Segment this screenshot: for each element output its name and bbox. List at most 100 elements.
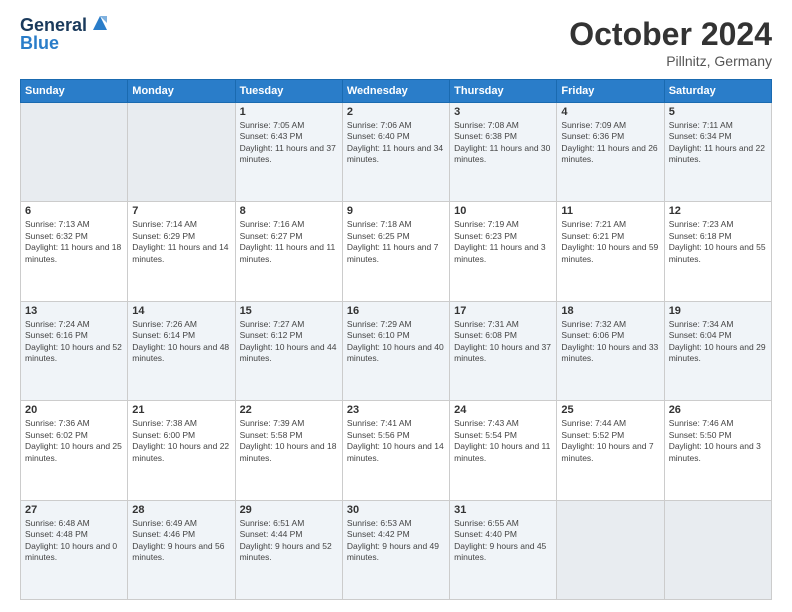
col-friday: Friday bbox=[557, 80, 664, 103]
logo-blue: Blue bbox=[20, 34, 111, 54]
day-info: Sunrise: 7:34 AMSunset: 6:04 PMDaylight:… bbox=[669, 319, 766, 363]
table-row: 23 Sunrise: 7:41 AMSunset: 5:56 PMDaylig… bbox=[342, 401, 449, 500]
day-info: Sunrise: 7:26 AMSunset: 6:14 PMDaylight:… bbox=[132, 319, 229, 363]
table-row: 25 Sunrise: 7:44 AMSunset: 5:52 PMDaylig… bbox=[557, 401, 664, 500]
calendar-week-row: 13 Sunrise: 7:24 AMSunset: 6:16 PMDaylig… bbox=[21, 301, 772, 400]
col-monday: Monday bbox=[128, 80, 235, 103]
day-info: Sunrise: 7:05 AMSunset: 6:43 PMDaylight:… bbox=[240, 120, 336, 164]
col-thursday: Thursday bbox=[450, 80, 557, 103]
day-number: 11 bbox=[561, 205, 659, 217]
day-number: 2 bbox=[347, 106, 445, 118]
table-row: 4 Sunrise: 7:09 AMSunset: 6:36 PMDayligh… bbox=[557, 103, 664, 202]
day-number: 14 bbox=[132, 305, 230, 317]
table-row bbox=[21, 103, 128, 202]
logo: General Blue bbox=[20, 16, 111, 54]
day-info: Sunrise: 7:32 AMSunset: 6:06 PMDaylight:… bbox=[561, 319, 658, 363]
table-row: 29 Sunrise: 6:51 AMSunset: 4:44 PMDaylig… bbox=[235, 500, 342, 599]
page: General Blue October 2024 Pillnitz, Germ… bbox=[0, 0, 792, 612]
col-sunday: Sunday bbox=[21, 80, 128, 103]
table-row bbox=[664, 500, 771, 599]
logo-icon bbox=[89, 12, 111, 34]
day-info: Sunrise: 6:55 AMSunset: 4:40 PMDaylight:… bbox=[454, 518, 546, 562]
day-number: 15 bbox=[240, 305, 338, 317]
table-row: 13 Sunrise: 7:24 AMSunset: 6:16 PMDaylig… bbox=[21, 301, 128, 400]
title-area: October 2024 Pillnitz, Germany bbox=[569, 16, 772, 69]
day-info: Sunrise: 6:51 AMSunset: 4:44 PMDaylight:… bbox=[240, 518, 332, 562]
day-number: 30 bbox=[347, 504, 445, 516]
table-row: 16 Sunrise: 7:29 AMSunset: 6:10 PMDaylig… bbox=[342, 301, 449, 400]
table-row: 21 Sunrise: 7:38 AMSunset: 6:00 PMDaylig… bbox=[128, 401, 235, 500]
day-info: Sunrise: 7:16 AMSunset: 6:27 PMDaylight:… bbox=[240, 219, 336, 263]
table-row: 17 Sunrise: 7:31 AMSunset: 6:08 PMDaylig… bbox=[450, 301, 557, 400]
day-number: 8 bbox=[240, 205, 338, 217]
table-row bbox=[557, 500, 664, 599]
day-number: 3 bbox=[454, 106, 552, 118]
day-info: Sunrise: 7:11 AMSunset: 6:34 PMDaylight:… bbox=[669, 120, 765, 164]
header: General Blue October 2024 Pillnitz, Germ… bbox=[20, 16, 772, 69]
day-number: 13 bbox=[25, 305, 123, 317]
table-row: 6 Sunrise: 7:13 AMSunset: 6:32 PMDayligh… bbox=[21, 202, 128, 301]
day-info: Sunrise: 7:38 AMSunset: 6:00 PMDaylight:… bbox=[132, 418, 229, 462]
day-number: 19 bbox=[669, 305, 767, 317]
day-number: 25 bbox=[561, 404, 659, 416]
day-info: Sunrise: 7:36 AMSunset: 6:02 PMDaylight:… bbox=[25, 418, 122, 462]
day-number: 22 bbox=[240, 404, 338, 416]
day-info: Sunrise: 6:53 AMSunset: 4:42 PMDaylight:… bbox=[347, 518, 439, 562]
day-info: Sunrise: 7:23 AMSunset: 6:18 PMDaylight:… bbox=[669, 219, 766, 263]
day-number: 21 bbox=[132, 404, 230, 416]
col-saturday: Saturday bbox=[664, 80, 771, 103]
table-row: 11 Sunrise: 7:21 AMSunset: 6:21 PMDaylig… bbox=[557, 202, 664, 301]
day-info: Sunrise: 6:48 AMSunset: 4:48 PMDaylight:… bbox=[25, 518, 117, 562]
day-info: Sunrise: 7:08 AMSunset: 6:38 PMDaylight:… bbox=[454, 120, 550, 164]
table-row: 31 Sunrise: 6:55 AMSunset: 4:40 PMDaylig… bbox=[450, 500, 557, 599]
day-info: Sunrise: 7:46 AMSunset: 5:50 PMDaylight:… bbox=[669, 418, 761, 462]
table-row bbox=[128, 103, 235, 202]
day-number: 9 bbox=[347, 205, 445, 217]
day-info: Sunrise: 7:24 AMSunset: 6:16 PMDaylight:… bbox=[25, 319, 122, 363]
day-info: Sunrise: 7:18 AMSunset: 6:25 PMDaylight:… bbox=[347, 219, 439, 263]
calendar-week-row: 1 Sunrise: 7:05 AMSunset: 6:43 PMDayligh… bbox=[21, 103, 772, 202]
table-row: 28 Sunrise: 6:49 AMSunset: 4:46 PMDaylig… bbox=[128, 500, 235, 599]
day-number: 31 bbox=[454, 504, 552, 516]
day-number: 1 bbox=[240, 106, 338, 118]
day-info: Sunrise: 7:44 AMSunset: 5:52 PMDaylight:… bbox=[561, 418, 653, 462]
day-number: 4 bbox=[561, 106, 659, 118]
day-number: 28 bbox=[132, 504, 230, 516]
table-row: 20 Sunrise: 7:36 AMSunset: 6:02 PMDaylig… bbox=[21, 401, 128, 500]
location: Pillnitz, Germany bbox=[569, 53, 772, 69]
day-number: 12 bbox=[669, 205, 767, 217]
table-row: 7 Sunrise: 7:14 AMSunset: 6:29 PMDayligh… bbox=[128, 202, 235, 301]
day-info: Sunrise: 7:09 AMSunset: 6:36 PMDaylight:… bbox=[561, 120, 657, 164]
day-info: Sunrise: 7:13 AMSunset: 6:32 PMDaylight:… bbox=[25, 219, 121, 263]
day-number: 16 bbox=[347, 305, 445, 317]
day-number: 18 bbox=[561, 305, 659, 317]
table-row: 8 Sunrise: 7:16 AMSunset: 6:27 PMDayligh… bbox=[235, 202, 342, 301]
day-info: Sunrise: 7:29 AMSunset: 6:10 PMDaylight:… bbox=[347, 319, 444, 363]
day-number: 27 bbox=[25, 504, 123, 516]
day-info: Sunrise: 7:19 AMSunset: 6:23 PMDaylight:… bbox=[454, 219, 546, 263]
day-number: 5 bbox=[669, 106, 767, 118]
day-number: 17 bbox=[454, 305, 552, 317]
calendar-table: Sunday Monday Tuesday Wednesday Thursday… bbox=[20, 79, 772, 600]
table-row: 26 Sunrise: 7:46 AMSunset: 5:50 PMDaylig… bbox=[664, 401, 771, 500]
table-row: 22 Sunrise: 7:39 AMSunset: 5:58 PMDaylig… bbox=[235, 401, 342, 500]
day-number: 6 bbox=[25, 205, 123, 217]
table-row: 9 Sunrise: 7:18 AMSunset: 6:25 PMDayligh… bbox=[342, 202, 449, 301]
day-number: 7 bbox=[132, 205, 230, 217]
table-row: 12 Sunrise: 7:23 AMSunset: 6:18 PMDaylig… bbox=[664, 202, 771, 301]
col-wednesday: Wednesday bbox=[342, 80, 449, 103]
table-row: 3 Sunrise: 7:08 AMSunset: 6:38 PMDayligh… bbox=[450, 103, 557, 202]
day-info: Sunrise: 7:41 AMSunset: 5:56 PMDaylight:… bbox=[347, 418, 444, 462]
table-row: 24 Sunrise: 7:43 AMSunset: 5:54 PMDaylig… bbox=[450, 401, 557, 500]
month-title: October 2024 bbox=[569, 16, 772, 53]
table-row: 5 Sunrise: 7:11 AMSunset: 6:34 PMDayligh… bbox=[664, 103, 771, 202]
day-number: 24 bbox=[454, 404, 552, 416]
table-row: 30 Sunrise: 6:53 AMSunset: 4:42 PMDaylig… bbox=[342, 500, 449, 599]
calendar-week-row: 6 Sunrise: 7:13 AMSunset: 6:32 PMDayligh… bbox=[21, 202, 772, 301]
table-row: 1 Sunrise: 7:05 AMSunset: 6:43 PMDayligh… bbox=[235, 103, 342, 202]
table-row: 14 Sunrise: 7:26 AMSunset: 6:14 PMDaylig… bbox=[128, 301, 235, 400]
calendar-week-row: 20 Sunrise: 7:36 AMSunset: 6:02 PMDaylig… bbox=[21, 401, 772, 500]
table-row: 15 Sunrise: 7:27 AMSunset: 6:12 PMDaylig… bbox=[235, 301, 342, 400]
table-row: 27 Sunrise: 6:48 AMSunset: 4:48 PMDaylig… bbox=[21, 500, 128, 599]
table-row: 18 Sunrise: 7:32 AMSunset: 6:06 PMDaylig… bbox=[557, 301, 664, 400]
